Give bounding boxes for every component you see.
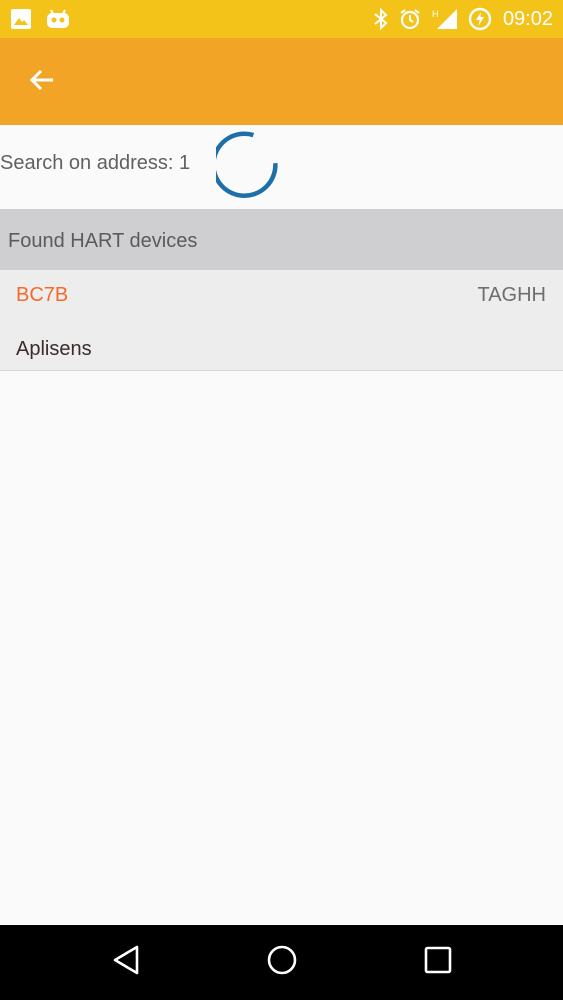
section-title: Found HART devices	[8, 230, 198, 252]
status-left-icons	[10, 8, 70, 30]
image-icon	[10, 8, 32, 30]
device-tag: TAGHH	[477, 284, 546, 306]
status-time: 09:02	[502, 7, 553, 30]
nav-recents-button[interactable]	[408, 937, 468, 987]
search-address-label: Search on address: 1	[0, 152, 191, 174]
app-bar	[0, 38, 563, 125]
status-right-icons: H 09:02	[373, 7, 553, 31]
device-manufacturer: Aplisens	[16, 338, 92, 360]
network-type-label: H	[432, 9, 439, 19]
loading-spinner-icon	[211, 131, 286, 206]
device-list-item[interactable]: BC7B TAGHH Aplisens	[0, 270, 563, 371]
nav-home-icon	[266, 944, 298, 981]
bluetooth-icon	[373, 8, 389, 30]
arrow-back-icon	[28, 66, 56, 99]
nav-home-button[interactable]	[252, 937, 312, 987]
android-icon	[46, 8, 70, 30]
signal-icon: H	[431, 8, 459, 30]
nav-back-button[interactable]	[96, 937, 156, 987]
alarm-icon	[398, 8, 422, 30]
search-status-row: Search on address: 1	[0, 125, 563, 209]
nav-back-icon	[111, 944, 141, 981]
found-devices-header: Found HART devices	[0, 209, 563, 270]
status-bar: H 09:02	[0, 0, 563, 38]
nav-recents-icon	[423, 945, 453, 980]
navigation-bar	[0, 925, 563, 1000]
back-button[interactable]	[18, 58, 66, 106]
battery-charging-icon	[468, 7, 492, 31]
device-id: BC7B	[16, 284, 69, 306]
